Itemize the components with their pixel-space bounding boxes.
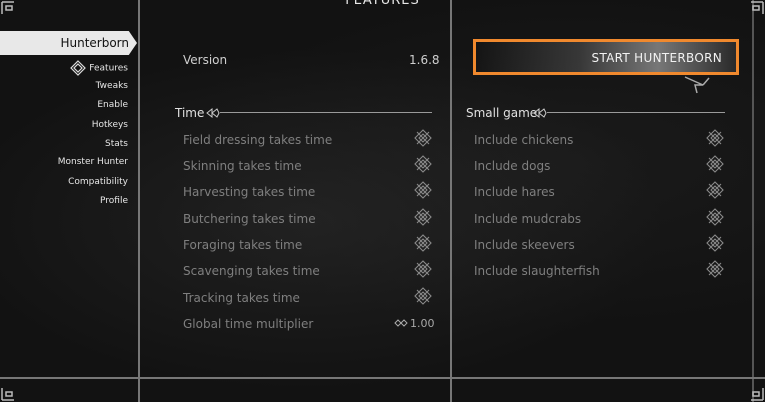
small-game-row[interactable]: Include slaughterfish (474, 264, 600, 278)
time-row[interactable]: Scavenging takes time (183, 264, 320, 278)
slider-knot-icon[interactable] (394, 318, 408, 328)
toggle-knot-icon[interactable] (414, 287, 432, 305)
time-row[interactable]: Harvesting takes time (183, 185, 315, 199)
sidebar-item-stats[interactable]: Stats (105, 139, 128, 149)
time-row[interactable]: Skinning takes time (183, 159, 302, 173)
corner-ornament-icon (0, 380, 22, 402)
toggle-knot-icon[interactable] (414, 129, 432, 147)
time-row[interactable]: Tracking takes time (183, 291, 300, 305)
toggle-knot-icon[interactable] (706, 129, 724, 147)
right-frame (752, 0, 754, 402)
corner-ornament-icon (743, 380, 765, 402)
toggle-knot-icon[interactable] (414, 260, 432, 278)
cursor-icon (684, 76, 710, 94)
toggle-knot-icon[interactable] (706, 181, 724, 199)
sidebar-item-label: Features (89, 63, 128, 74)
sidebar-item-compatibility[interactable]: Compatibility (68, 177, 128, 187)
toggle-knot-icon[interactable] (706, 234, 724, 252)
toggle-knot-icon[interactable] (414, 234, 432, 252)
version-label: Version (183, 53, 228, 67)
sidebar-item-tweaks[interactable]: Tweaks (96, 81, 128, 91)
page-title: FEATURES (345, 0, 420, 8)
small-game-row[interactable]: Include dogs (474, 159, 550, 173)
toggle-knot-icon[interactable] (414, 181, 432, 199)
sidebar-item-monster-hunter[interactable]: Monster Hunter (58, 157, 128, 167)
bottom-rule (0, 377, 765, 379)
panel-divider (450, 0, 452, 402)
small-game-row[interactable]: Include hares (474, 185, 555, 199)
sidebar-item-features[interactable]: Features (70, 60, 128, 76)
toggle-knot-icon[interactable] (706, 155, 724, 173)
start-hunterborn-button[interactable]: START HUNTERBORN (473, 39, 739, 75)
sidebar-item-profile[interactable]: Profile (100, 196, 128, 206)
start-hunterborn-label: START HUNTERBORN (591, 51, 722, 65)
toggle-knot-icon[interactable] (706, 260, 724, 278)
time-section-rule (220, 112, 432, 113)
sidebar-item-hunterborn[interactable]: Hunterborn (0, 31, 137, 55)
global-multiplier-value: 1.00 (410, 317, 435, 330)
toggle-knot-icon[interactable] (414, 208, 432, 226)
knot-icon (70, 60, 87, 76)
time-section-header: Time (175, 106, 205, 120)
small-game-section-rule (547, 112, 725, 113)
time-row[interactable]: Field dressing takes time (183, 133, 332, 147)
sidebar-divider (138, 0, 140, 402)
arrow-knot-icon (206, 108, 220, 118)
time-row[interactable]: Global time multiplier (183, 317, 313, 331)
time-row[interactable]: Foraging takes time (183, 238, 302, 252)
sidebar-item-enable[interactable]: Enable (97, 100, 128, 110)
version-value: 1.6.8 (409, 53, 440, 67)
small-game-section-header: Small game (466, 106, 538, 120)
toggle-knot-icon[interactable] (414, 155, 432, 173)
toggle-knot-icon[interactable] (706, 208, 724, 226)
sidebar-item-hotkeys[interactable]: Hotkeys (92, 120, 128, 130)
time-row[interactable]: Butchering takes time (183, 212, 316, 226)
small-game-row[interactable]: Include mudcrabs (474, 212, 581, 226)
small-game-row[interactable]: Include chickens (474, 133, 573, 147)
arrow-knot-icon (533, 108, 547, 118)
small-game-row[interactable]: Include skeevers (474, 238, 575, 252)
